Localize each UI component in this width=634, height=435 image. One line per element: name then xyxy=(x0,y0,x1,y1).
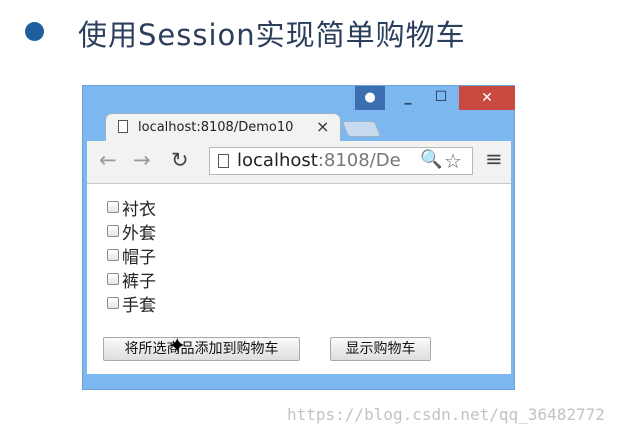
product-checkbox[interactable] xyxy=(107,225,119,237)
watermark: https://blog.csdn.net/qq_36482772 xyxy=(287,405,605,424)
back-arrow-icon[interactable]: ← xyxy=(99,148,117,172)
product-checkbox[interactable] xyxy=(107,249,119,261)
address-url: localhost:8108/De xyxy=(237,150,401,171)
page-content: 衬衣 外套 帽子 裤子 手套 将所选商品添加到购物车 显示购物车 ✦ xyxy=(87,184,511,374)
page-icon xyxy=(118,120,128,133)
browser-toolbar: ← → ↻ localhost:8108/De 🔍 ☆ ≡ xyxy=(87,141,511,184)
product-checkbox[interactable] xyxy=(107,273,119,285)
product-label: 手套 xyxy=(122,295,156,316)
product-item-gloves[interactable]: 手套 xyxy=(107,291,156,316)
page-icon xyxy=(218,154,229,168)
product-label: 裤子 xyxy=(122,271,156,292)
product-checkbox[interactable] xyxy=(107,201,119,213)
new-tab-button[interactable] xyxy=(341,121,382,137)
user-profile-icon[interactable]: ● xyxy=(355,86,385,110)
product-item-trousers[interactable]: 裤子 xyxy=(107,267,156,292)
close-window-button[interactable]: ✕ xyxy=(459,86,515,110)
zoom-icon[interactable]: 🔍 xyxy=(420,149,446,170)
product-item-coat[interactable]: 外套 xyxy=(107,219,156,244)
address-bar[interactable]: localhost:8108/De 🔍 ☆ xyxy=(209,147,473,175)
menu-icon[interactable]: ≡ xyxy=(485,147,503,171)
tab-close-icon[interactable]: × xyxy=(316,117,329,136)
maximize-button[interactable]: ☐ xyxy=(426,86,456,110)
tab-title: localhost:8108/Demo10 xyxy=(138,120,294,135)
product-label: 外套 xyxy=(122,223,156,244)
url-host: localhost xyxy=(237,150,318,171)
bullet-point xyxy=(25,22,44,41)
product-item-hat[interactable]: 帽子 xyxy=(107,243,156,268)
product-label: 帽子 xyxy=(122,247,156,268)
bookmark-star-icon[interactable]: ☆ xyxy=(444,149,462,173)
add-to-cart-button[interactable]: 将所选商品添加到购物车 xyxy=(103,337,300,361)
minimize-button[interactable]: _ xyxy=(393,86,423,110)
mouse-cursor-icon: ✦ xyxy=(168,334,187,359)
browser-window: ● _ ☐ ✕ localhost:8108/Demo10 × ← → ↻ lo… xyxy=(82,85,515,390)
browser-tab[interactable]: localhost:8108/Demo10 × xyxy=(105,113,341,142)
show-cart-button[interactable]: 显示购物车 xyxy=(330,337,431,361)
slide-title: 使用Session实现简单购物车 xyxy=(78,18,466,52)
product-label: 衬衣 xyxy=(122,199,156,220)
forward-arrow-icon[interactable]: → xyxy=(133,148,151,172)
url-rest: :8108/De xyxy=(317,150,401,171)
reload-icon[interactable]: ↻ xyxy=(171,148,189,172)
product-checkbox[interactable] xyxy=(107,297,119,309)
product-item-shirt[interactable]: 衬衣 xyxy=(107,195,156,220)
